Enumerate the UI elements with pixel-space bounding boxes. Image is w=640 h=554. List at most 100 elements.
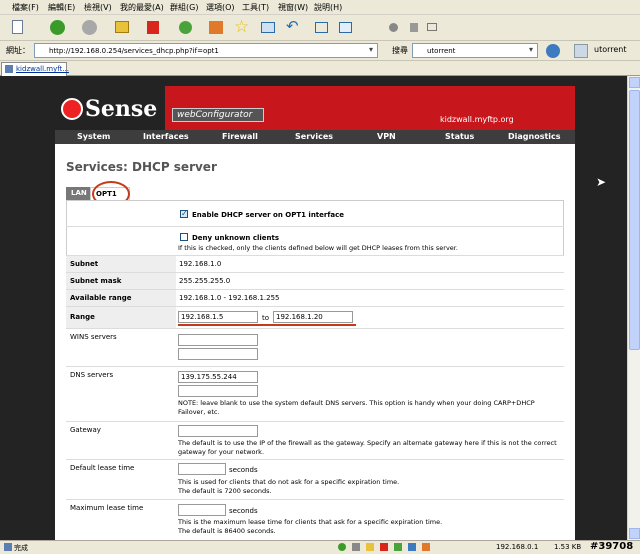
tile-icon	[315, 22, 328, 33]
back-arrow-icon	[50, 20, 65, 35]
deny-unknown-checkbox[interactable]	[180, 233, 188, 241]
main-nav: System Interfaces Firewall Services VPN …	[55, 130, 575, 144]
scroll-thumb[interactable]	[629, 90, 640, 350]
search-input[interactable]: utorrent ▾	[412, 43, 538, 58]
menu-edit[interactable]: 編輯(E)	[48, 2, 75, 13]
dns-server-2-input[interactable]	[178, 385, 258, 397]
home-button[interactable]	[206, 18, 226, 37]
new-page-button[interactable]	[8, 18, 28, 37]
nav-interfaces[interactable]: Interfaces	[143, 132, 189, 141]
nav-vpn[interactable]: VPN	[377, 132, 396, 141]
search-label: 搜尋	[392, 46, 408, 55]
search-button[interactable]: utorrent	[594, 45, 627, 54]
list-button[interactable]	[336, 18, 356, 37]
enable-checkbox[interactable]: ✓	[180, 209, 188, 218]
range-from-value: 192.168.1.5	[181, 313, 224, 321]
page-title: Services: DHCP server	[66, 160, 217, 174]
wins-server-2-input[interactable]	[178, 348, 258, 360]
enable-label: Enable DHCP server on OPT1 interface	[192, 211, 345, 219]
undo-button[interactable]: ↶	[284, 17, 304, 37]
check-icon: ✓	[181, 209, 188, 218]
refresh-button[interactable]	[176, 18, 196, 37]
tool-b-button[interactable]	[404, 18, 424, 37]
range-from-input[interactable]: 192.168.1.5	[178, 311, 258, 323]
default-lease-input[interactable]	[178, 463, 226, 475]
gateway-input[interactable]	[178, 425, 258, 437]
folder-up-icon	[115, 21, 129, 33]
stop-button[interactable]	[144, 18, 164, 37]
nav-services[interactable]: Services	[295, 132, 333, 141]
header-banner: Sense webConfigurator kidzwall.myftp.org	[55, 86, 575, 130]
wins-label: WINS servers	[70, 333, 117, 341]
watermark: #39708	[590, 541, 634, 552]
menu-help[interactable]: 說明(H)	[314, 2, 342, 13]
tab-lan-label: LAN	[71, 189, 87, 197]
dns-note: NOTE: leave blank to use the system defa…	[178, 399, 535, 416]
default-lease-seconds: seconds	[229, 466, 258, 474]
nav-firewall[interactable]: Firewall	[222, 132, 258, 141]
browser-tab-title: kidzwall.myft...	[16, 65, 69, 73]
menu-window[interactable]: 視窗(W)	[278, 2, 308, 13]
menu-tools[interactable]: 工具(T)	[242, 2, 269, 13]
forward-button[interactable]	[80, 18, 100, 37]
refresh-icon	[179, 21, 192, 34]
gateway-label: Gateway	[70, 426, 101, 434]
undo-icon: ↶	[286, 17, 299, 35]
deny-label: Deny unknown clients	[192, 234, 280, 242]
range-to-input[interactable]: 192.168.1.20	[273, 311, 353, 323]
vertical-scrollbar[interactable]	[627, 76, 640, 540]
scroll-up-button[interactable]	[629, 77, 640, 88]
max-lease-seconds: seconds	[229, 507, 258, 515]
search-engine-icon[interactable]	[546, 44, 560, 58]
browser-tab[interactable]: kidzwall.myft...	[1, 62, 69, 76]
tag-icon	[427, 23, 437, 31]
range-to-label: to	[262, 314, 270, 322]
nav-diagnostics[interactable]: Diagnostics	[508, 132, 561, 141]
menu-view[interactable]: 檢視(V)	[84, 2, 112, 13]
search-option-icon[interactable]	[574, 44, 588, 58]
star-icon: ☆	[234, 17, 250, 37]
favorites-button[interactable]: ☆	[232, 18, 252, 37]
home-icon	[209, 21, 223, 34]
logo-text: Sense	[85, 96, 158, 122]
status-text: 完成	[14, 544, 28, 552]
up-button[interactable]	[112, 18, 132, 37]
list-icon	[339, 22, 352, 33]
default-lease-label: Default lease time	[70, 464, 135, 472]
url-input[interactable]: http://192.168.0.254/services_dhcp.php?i…	[34, 43, 378, 58]
max-lease-input[interactable]	[178, 504, 226, 516]
menu-groups[interactable]: 群組(G)	[170, 2, 198, 13]
available-range-value: 192.168.1.0 - 192.168.1.255	[179, 294, 280, 302]
wins-server-1-input[interactable]	[178, 334, 258, 346]
default-lease-note-2: The default is 7200 seconds.	[178, 487, 272, 495]
status-size: 1.53 KB	[554, 543, 582, 551]
webconfigurator-text: webConfigurator	[177, 110, 253, 120]
dns-server-1-input[interactable]: 139.175.55.244	[178, 371, 258, 383]
nav-system[interactable]: System	[77, 132, 110, 141]
chevron-down-icon: ▾	[369, 45, 374, 54]
back-button[interactable]	[48, 18, 68, 37]
max-lease-label: Maximum lease time	[70, 504, 144, 512]
tab-lan[interactable]: LAN	[66, 187, 90, 200]
menu-favorites[interactable]: 我的最愛(A)	[120, 2, 164, 13]
tool-a-button[interactable]	[384, 18, 404, 37]
tool-c-button[interactable]	[422, 18, 442, 37]
dns-server-1-value: 139.175.55.244	[181, 373, 237, 381]
address-bar: 網址： http://192.168.0.254/services_dhcp.p…	[0, 41, 640, 61]
pfsense-logo-icon	[61, 98, 83, 120]
nav-status[interactable]: Status	[445, 132, 474, 141]
scroll-down-button[interactable]	[629, 528, 640, 539]
mouse-cursor-icon: ➤	[596, 175, 607, 189]
group-button[interactable]	[258, 18, 278, 37]
menu-options[interactable]: 選項(O)	[206, 2, 235, 13]
favicon-icon	[5, 65, 13, 73]
mark-icon	[410, 23, 418, 32]
search-text: utorrent	[427, 47, 456, 55]
tile-button[interactable]	[312, 18, 332, 37]
page-icon	[12, 20, 23, 34]
menu-file[interactable]: 檔案(F)	[12, 2, 39, 13]
webconfigurator-badge: webConfigurator	[172, 108, 264, 122]
chevron-down-icon: ▾	[529, 45, 534, 54]
gateway-note: The default is to use the IP of the fire…	[178, 439, 557, 456]
hostname-text: kidzwall.myftp.org	[440, 115, 514, 124]
